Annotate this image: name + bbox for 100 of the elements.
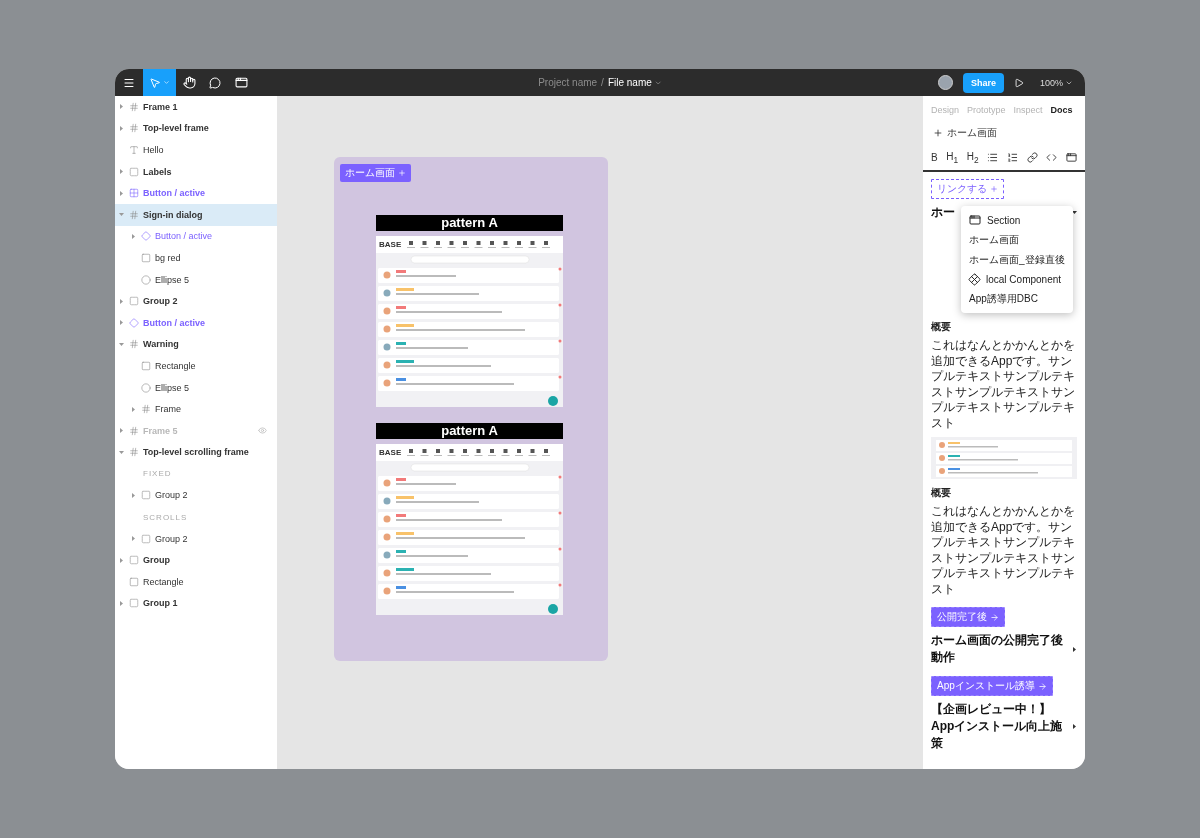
play-icon[interactable] [1013,77,1024,88]
format-button[interactable]: H$_{1}$ [946,150,959,165]
layer-name: Group 2 [143,296,178,307]
caret-icon [163,79,170,86]
bullet-list-icon[interactable] [987,152,999,164]
link-icon[interactable] [1026,152,1038,164]
caret-icon[interactable] [1072,724,1077,729]
layer-name: Frame 5 [143,425,178,436]
layer-row[interactable]: Group 1 [115,592,277,615]
layer-row[interactable]: Labels [115,160,277,183]
layer-name: Button / active [143,188,205,199]
group-icon [129,296,139,307]
user-avatar[interactable] [937,75,953,90]
link-tag[interactable]: リンクする [931,179,1004,199]
layer-row[interactable]: Frame [115,398,277,420]
layer-name: Group [143,555,170,566]
layer-row[interactable]: Group [115,549,277,572]
layer-row[interactable]: Ellipse 5 [115,376,277,399]
layer-name: bg red [155,252,181,263]
layer-row[interactable]: Warning [115,333,277,356]
frame-tool-icon [234,76,248,89]
visibility-icon[interactable] [258,426,267,436]
paragraph: これはなんとかかんとかを追加できるAppです。サンプルテキストサンプルテキストサンプルテキストサンプルテキストサンプルテキスト [931,504,1076,597]
layer-name: Frame [155,404,181,415]
doc-heading[interactable]: ホー [931,204,955,221]
logo-text: BASE [379,448,402,457]
section-label: 概要 [931,320,951,334]
layer-name: Labels [143,166,172,177]
hand-icon [182,76,196,89]
layer-row[interactable]: Rectangle [115,355,277,377]
group-icon [129,166,139,177]
paragraph: これはなんとかかんとかを追加できるAppです。サンプルテキストサンプルテキストサンプルテキストサンプルテキストサンプルテキスト [931,338,1076,431]
layer-name: Rectangle [143,576,184,587]
layer-row[interactable]: Group 2 [115,527,277,550]
embed-icon[interactable] [1065,152,1077,164]
layer-row[interactable]: Group 2 [115,290,277,312]
comment-icon [209,76,221,89]
section-label: SCROLLS [142,512,188,522]
link-tag[interactable]: 公開完了後 [931,607,1005,627]
group-icon [129,555,139,566]
layer-name: Group 2 [155,490,188,501]
move-icon [149,76,161,89]
layer-row[interactable]: Top-level scrolling frame [115,441,277,464]
group-icon [141,533,151,544]
ellipse-icon [141,274,151,285]
layer-row[interactable]: Button / active [115,182,277,204]
layer-row[interactable]: Hello [115,139,277,161]
link-tag[interactable]: Appインストール誘導 [931,676,1053,696]
numbered-list-icon[interactable] [1007,152,1018,164]
menu-item[interactable]: local Component [961,270,1073,289]
menu-item[interactable]: ホーム画面_登録直後 [961,250,1073,270]
layer-name: Group 1 [143,598,178,609]
section-label: FIXED [142,469,172,479]
logo-text: BASE [379,240,402,249]
caret-icon [653,78,662,87]
file-name-button[interactable]: File name [607,77,662,88]
arrow-icon [1037,681,1047,691]
doc-heading[interactable]: ホーム画面の公開完了後動作 [931,632,1067,666]
arrow-icon [990,612,999,622]
menu-item[interactable]: Section [961,210,1073,230]
group-icon [141,490,151,501]
layer-row[interactable]: Group 2 [115,484,277,507]
frame-icon [129,425,139,436]
menu-icon [123,76,135,89]
layer-row[interactable]: bg red [115,247,277,269]
layer-row[interactable]: Button / active [115,311,277,334]
caret-icon[interactable] [1072,646,1077,652]
layer-name: Top-level scrolling frame [143,447,249,458]
layer-name: Ellipse 5 [155,274,190,285]
layer-row[interactable]: Frame 1 [115,96,277,118]
panel-tab[interactable]: Docs [1050,103,1073,117]
plus-icon [990,185,998,193]
ellipse-icon [141,382,151,393]
layer-row[interactable]: Sign-in dialog [115,203,277,226]
rectangle-icon [129,576,139,587]
mockup-title: pattern A [376,215,563,231]
code-icon[interactable] [1046,152,1058,164]
page-name[interactable]: ホーム画面 [947,125,997,140]
rectangle-icon [141,252,151,263]
layer-row[interactable]: Button / active [115,225,277,248]
format-button[interactable]: B [931,152,938,164]
layer-name: Button / active [155,231,213,242]
add-icon[interactable] [933,127,943,138]
frame-icon [129,209,139,220]
caret-icon[interactable] [1072,210,1077,215]
format-button[interactable]: H$_{2}$ [966,150,979,165]
frame-tag[interactable]: ホーム画面 [340,164,411,182]
doc-heading[interactable]: 【企画レビュー中！】Appインストール向上施策 [931,701,1067,752]
scroll-frame-icon [129,447,139,458]
component-icon [966,271,983,288]
frame-icon [141,404,151,415]
menu-item[interactable]: ホーム画面 [961,230,1073,250]
menu-item[interactable]: App誘導用DBC [961,289,1073,309]
layer-row[interactable]: Ellipse 5 [115,268,277,291]
layer-row[interactable]: Rectangle [115,571,277,593]
layer-name: Sign-in dialog [143,209,203,220]
layer-name: Frame 1 [143,101,178,112]
project-name[interactable]: Project name [538,77,598,88]
layer-row[interactable]: Top-level frame [115,117,277,140]
zoom-dropdown[interactable]: 100% [1033,76,1079,89]
